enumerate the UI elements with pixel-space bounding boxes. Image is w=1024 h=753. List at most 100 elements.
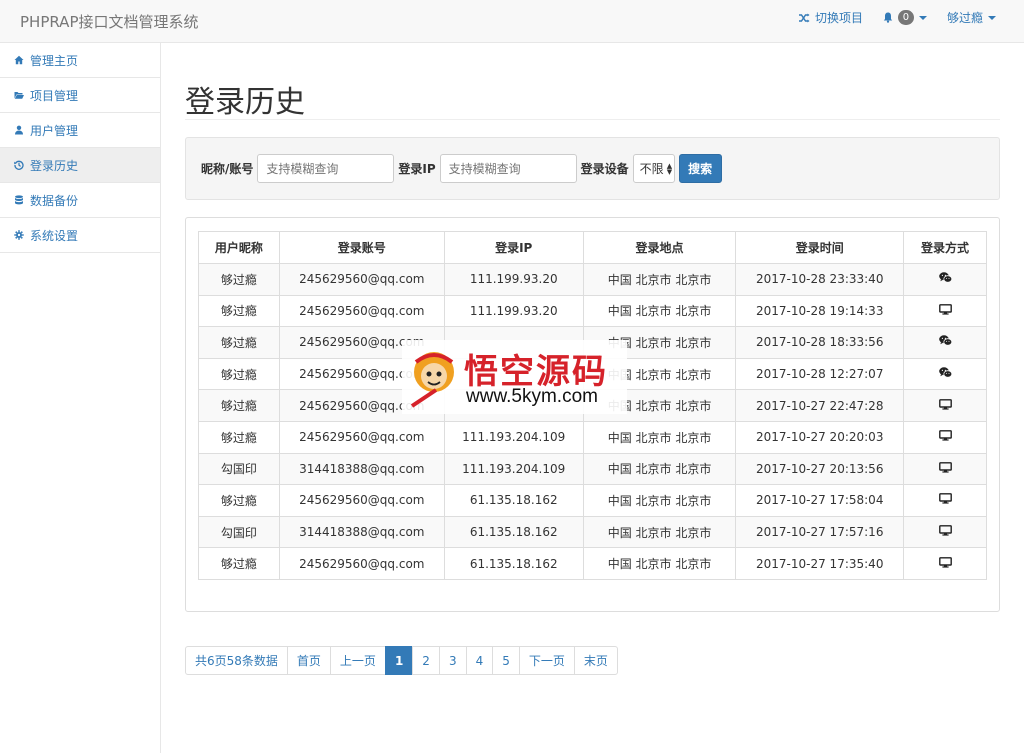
wechat-icon (938, 335, 952, 347)
ip-cell: 61.135.18.162 (443, 547, 584, 580)
notification-count-badge: 0 (897, 10, 914, 25)
ip-cell: 111.199.93.20 (443, 263, 584, 296)
sidebar-item-system-settings[interactable]: 系统设置 (0, 218, 160, 253)
column-header: 登录账号 (278, 231, 445, 264)
user-icon (15, 125, 23, 135)
page-link-1[interactable]: 1 (384, 646, 414, 675)
watermark-url: www.5kym.com (466, 386, 598, 407)
column-header: 登录时间 (735, 231, 905, 264)
page-link-2[interactable]: 2 (412, 646, 440, 675)
database-icon (15, 195, 23, 205)
device-select[interactable]: 不限 ▲ ▼ (632, 154, 675, 183)
login-history-panel: 用户昵称 登录账号 登录IP 登录地点 登录时间 登录方式 够过瘾 2456295… (185, 217, 1000, 612)
device-select-value: 不限 (639, 162, 664, 176)
pagination-summary: 共6页58条数据 (185, 646, 288, 675)
account-cell: 245629560@qq.com (278, 294, 445, 328)
desktop-icon (938, 430, 952, 441)
time-cell: 2017-10-27 17:58:04 (735, 484, 905, 517)
switch-project-label: 切换项目 (814, 11, 863, 25)
ip-search-input[interactable] (439, 154, 577, 183)
ip-cell: 111.193.204.109 (443, 452, 584, 486)
nickname-cell: 够过瘾 (198, 294, 280, 328)
ip-cell: 111.199.93.20 (443, 294, 584, 328)
nickname-cell: 够过瘾 (198, 326, 280, 359)
sidebar-item-home[interactable]: 管理主页 (0, 43, 160, 78)
page-title: 登录历史 (185, 85, 305, 120)
top-navbar: PHPRAP接口文档管理系统 切换项目 0 够过瘾 (0, 0, 1024, 43)
last-page-link[interactable]: 末页 (573, 646, 618, 675)
notifications-dropdown[interactable]: 0 (873, 10, 937, 25)
app-brand[interactable]: PHPRAP接口文档管理系统 (20, 11, 199, 32)
search-filter-bar: 昵称/账号 登录IP 登录设备 不限 ▲▼ 搜索 (185, 137, 1000, 200)
column-header: 登录地点 (582, 231, 737, 264)
user-menu-dropdown[interactable]: 够过瘾 (937, 9, 1006, 26)
next-page-link[interactable]: 下一页 (518, 646, 575, 675)
folder-open-icon (14, 92, 24, 99)
login-method-cell (903, 294, 987, 328)
desktop-icon (938, 398, 952, 410)
location-cell: 中国 北京市 北京市 (582, 420, 737, 454)
table-row: 够过瘾 245629560@qq.com 111.193.204.109 中国 北京市… (198, 420, 987, 454)
nickname-cell: 够过瘾 (198, 263, 280, 296)
device-filter-label: 登录设备 (580, 162, 629, 176)
time-cell: 2017-10-27 22:47:28 (735, 389, 905, 422)
ip-cell: 61.135.18.162 (443, 484, 584, 517)
desktop-icon (938, 303, 952, 315)
table-row: 够过瘾 245629560@qq.com 61.135.18.162 中国 北京市 北… (198, 484, 987, 517)
nickname-cell: 够过瘾 (198, 420, 280, 454)
sidebar-item-projects[interactable]: 项目管理 (0, 78, 160, 113)
page-link-3[interactable]: 3 (438, 646, 467, 675)
sidebar-item-label: 登录历史 (30, 158, 79, 173)
sidebar-item-label: 管理主页 (30, 53, 79, 68)
account-cell: 245629560@qq.com (278, 420, 445, 454)
page-link-5[interactable]: 5 (492, 646, 520, 675)
gear-icon (14, 230, 24, 240)
ip-cell: 111.193.204.109 (443, 420, 584, 454)
sidebar-item-users[interactable]: 用户管理 (0, 113, 160, 148)
nickname-cell: 够过瘾 (198, 389, 280, 422)
desktop-icon (938, 525, 952, 536)
account-cell: 245629560@qq.com (278, 547, 445, 580)
login-method-cell (903, 420, 987, 454)
location-cell: 中国 北京市 北京市 (582, 294, 737, 328)
column-header: 用户昵称 (198, 231, 280, 264)
login-method-cell (903, 547, 987, 580)
sidebar-item-data-backup[interactable]: 数据备份 (0, 183, 160, 218)
user-name: 够过瘾 (946, 11, 983, 25)
nickname-cell: 够过瘾 (198, 484, 280, 517)
table-row: 够过瘾 245629560@qq.com 111.199.93.20 中国 北京市 北… (198, 263, 987, 296)
first-page-link[interactable]: 首页 (286, 646, 331, 675)
sidebar-item-login-history[interactable]: 登录历史 (0, 148, 160, 183)
desktop-icon (938, 461, 952, 473)
table-header-row: 用户昵称 登录账号 登录IP 登录地点 登录时间 登录方式 (198, 231, 987, 264)
nickname-search-input[interactable] (257, 154, 395, 183)
sidebar-item-label: 项目管理 (30, 88, 79, 103)
login-method-cell (903, 326, 987, 359)
monkey-logo-icon (410, 352, 454, 408)
login-method-cell (903, 263, 987, 296)
ip-cell: 61.135.18.162 (443, 515, 584, 549)
table-row: 够过瘾 245629560@qq.com 111.199.93.20 中国 北京市 北… (198, 294, 987, 328)
switch-project-link[interactable]: 切换项目 (789, 9, 873, 26)
pagination: 共6页58条数据 首页 上一页 1 2 3 4 5 下一页 末页 (185, 646, 618, 675)
sidebar: 管理主页 项目管理 用户管理 登录历史 数据备份 系统设置 (0, 43, 161, 753)
wechat-icon (938, 272, 952, 283)
desktop-icon (938, 493, 952, 505)
time-cell: 2017-10-27 17:57:16 (735, 515, 905, 549)
location-cell: 中国 北京市 北京市 (582, 452, 737, 486)
location-cell: 中国 北京市 北京市 (582, 484, 737, 517)
title-divider (185, 119, 1000, 120)
page-link-4[interactable]: 4 (465, 646, 494, 675)
watermark-overlay: 悟空源码 www.5kym.com (402, 340, 627, 414)
sidebar-item-label: 系统设置 (30, 228, 79, 243)
prev-page-link[interactable]: 上一页 (329, 646, 386, 675)
desktop-icon (938, 556, 952, 568)
search-button[interactable]: 搜索 (678, 154, 722, 183)
nickname-cell: 够过瘾 (198, 357, 280, 391)
account-cell: 314418388@qq.com (278, 515, 445, 549)
select-arrows-icon: ▲ ▼ (666, 161, 673, 176)
login-method-cell (903, 357, 987, 391)
chevron-down-icon (988, 15, 996, 20)
table-row: 勾国印 314418388@qq.com 111.193.204.109 中国 北京市… (198, 452, 987, 486)
sidebar-item-label: 数据备份 (30, 193, 79, 208)
